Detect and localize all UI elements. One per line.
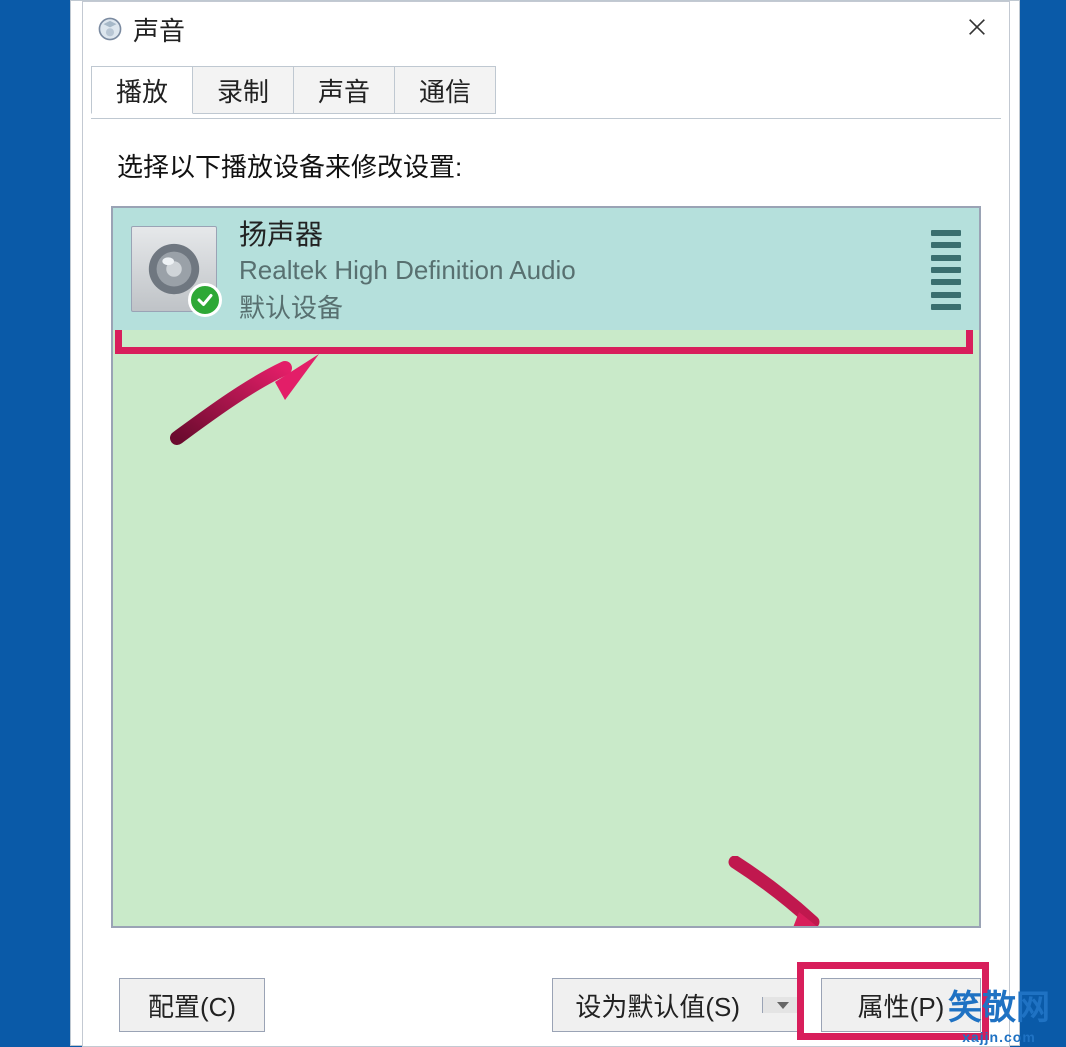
tab-sounds-label: 声音 [318, 72, 370, 109]
device-status: 默认设备 [239, 288, 576, 325]
tab-playback[interactable]: 播放 [91, 66, 193, 114]
close-icon [966, 16, 988, 38]
device-row-speaker[interactable]: 扬声器 Realtek High Definition Audio 默认设备 [113, 208, 979, 330]
titlebar: 声音 [83, 2, 1009, 56]
tab-recording[interactable]: 录制 [192, 66, 294, 114]
device-name: 扬声器 [239, 213, 576, 253]
default-check-icon [188, 283, 222, 317]
set-default-splitbutton[interactable]: 设为默认值(S) [552, 978, 803, 1032]
tab-playback-label: 播放 [116, 72, 168, 109]
device-texts: 扬声器 Realtek High Definition Audio 默认设备 [239, 213, 576, 325]
tab-recording-label: 录制 [217, 72, 269, 109]
sound-dialog: 声音 播放 录制 声音 通信 选择以下播放设备来修改设置: 扬声器 Re [82, 1, 1010, 1047]
tab-row: 播放 录制 声音 通信 [91, 66, 1009, 114]
button-row: 配置(C) 设为默认值(S) 属性(P) [119, 976, 981, 1034]
device-driver: Realtek High Definition Audio [239, 255, 576, 286]
tab-panel-playback: 选择以下播放设备来修改设置: 扬声器 Realtek High Definiti… [91, 118, 1001, 1046]
window-title: 声音 [133, 11, 185, 48]
tab-communications-label: 通信 [419, 72, 471, 109]
annotation-arrow-device [167, 346, 337, 446]
instruction-text: 选择以下播放设备来修改设置: [117, 147, 981, 184]
tab-sounds[interactable]: 声音 [293, 66, 395, 114]
chevron-down-icon [775, 997, 791, 1013]
configure-label: 配置(C) [148, 987, 236, 1024]
device-list[interactable]: 扬声器 Realtek High Definition Audio 默认设备 [111, 206, 981, 928]
level-meter-icon [931, 230, 961, 310]
sound-icon [97, 16, 123, 42]
properties-label: 属性(P) [858, 987, 945, 1024]
annotation-arrow-properties [723, 856, 853, 928]
speaker-icon [131, 226, 217, 312]
set-default-dropdown[interactable] [762, 997, 802, 1013]
set-default-label: 设为默认值(S) [553, 987, 762, 1024]
tab-communications[interactable]: 通信 [394, 66, 496, 114]
configure-button[interactable]: 配置(C) [119, 978, 265, 1032]
close-button[interactable] [955, 8, 999, 46]
properties-button[interactable]: 属性(P) [821, 978, 981, 1032]
